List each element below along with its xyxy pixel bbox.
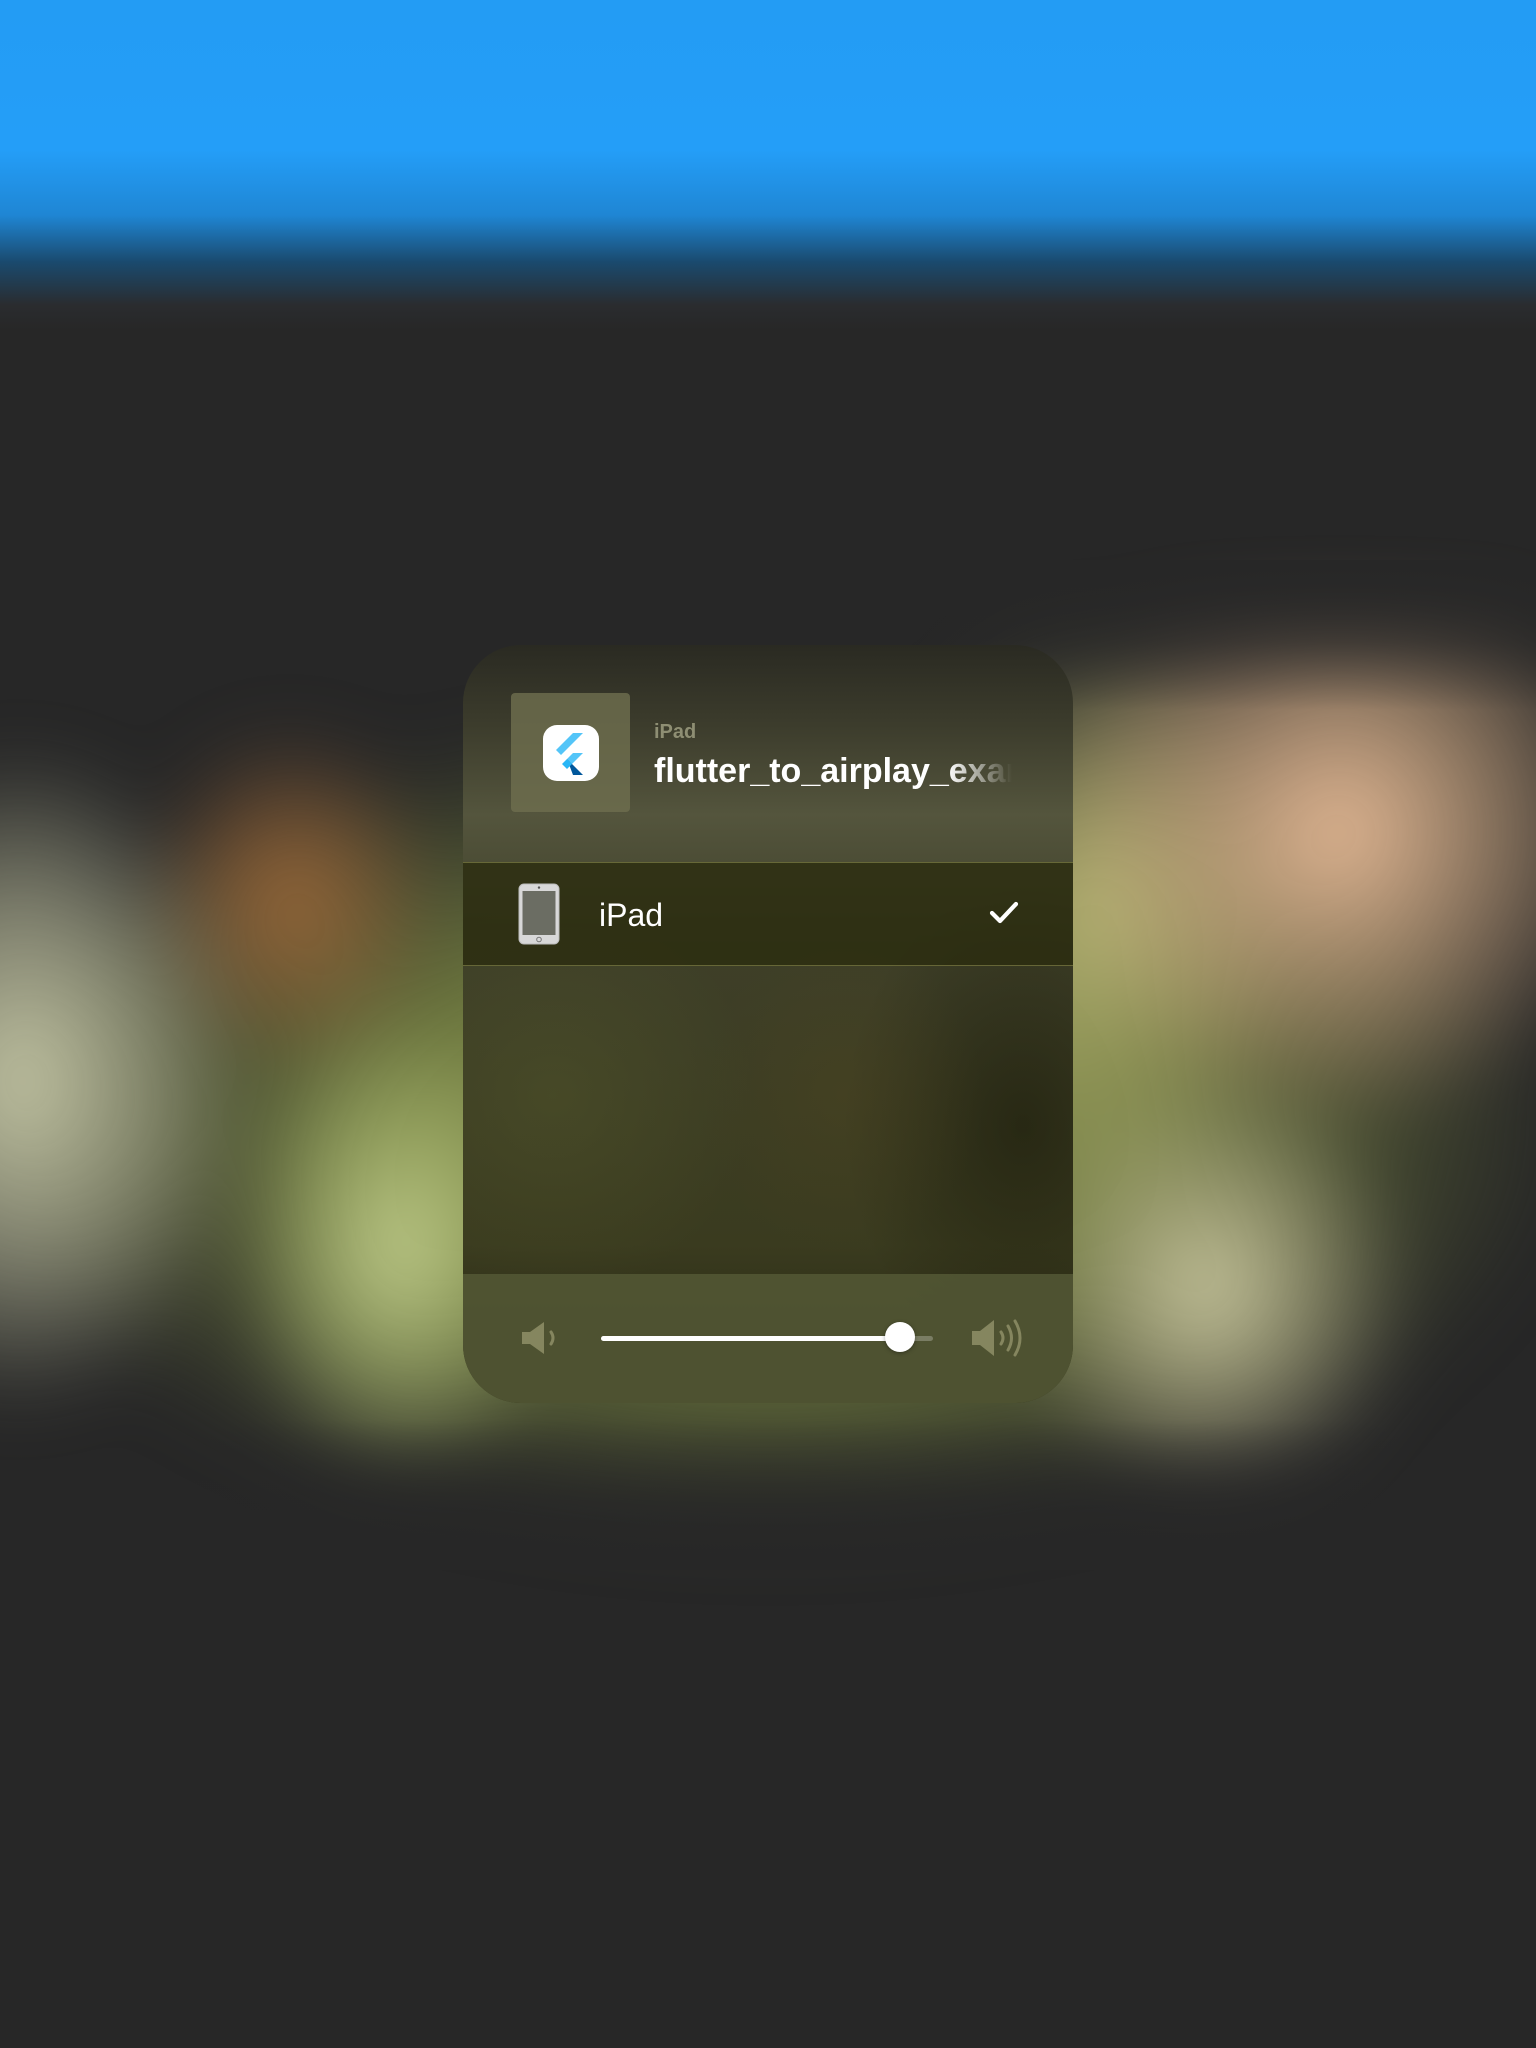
background-fade-bottom bbox=[0, 1420, 1536, 1570]
app-icon bbox=[542, 724, 599, 781]
volume-control bbox=[463, 1274, 1073, 1403]
volume-slider[interactable] bbox=[601, 1336, 933, 1341]
speaker-high-icon bbox=[972, 1319, 1022, 1357]
airplay-popover: iPad flutter_to_airplay_exam iPad bbox=[463, 645, 1073, 1403]
blurred-top-bar bbox=[0, 0, 1536, 330]
volume-slider-fill bbox=[601, 1336, 900, 1341]
now-playing-device-caption: iPad bbox=[654, 721, 697, 743]
flutter-logo-icon bbox=[555, 732, 583, 775]
now-playing-header: iPad flutter_to_airplay_exam bbox=[463, 645, 1073, 862]
now-playing-artwork bbox=[511, 693, 630, 812]
speaker-low-icon bbox=[522, 1322, 555, 1354]
volume-slider-thumb[interactable] bbox=[884, 1322, 915, 1352]
route-label: iPad bbox=[599, 897, 664, 933]
now-playing-title: flutter_to_airplay_exam bbox=[654, 752, 1012, 790]
route-row-ipad[interactable]: iPad bbox=[463, 862, 1073, 966]
ipad-device-icon bbox=[518, 883, 560, 945]
checkmark-icon bbox=[989, 901, 1019, 924]
